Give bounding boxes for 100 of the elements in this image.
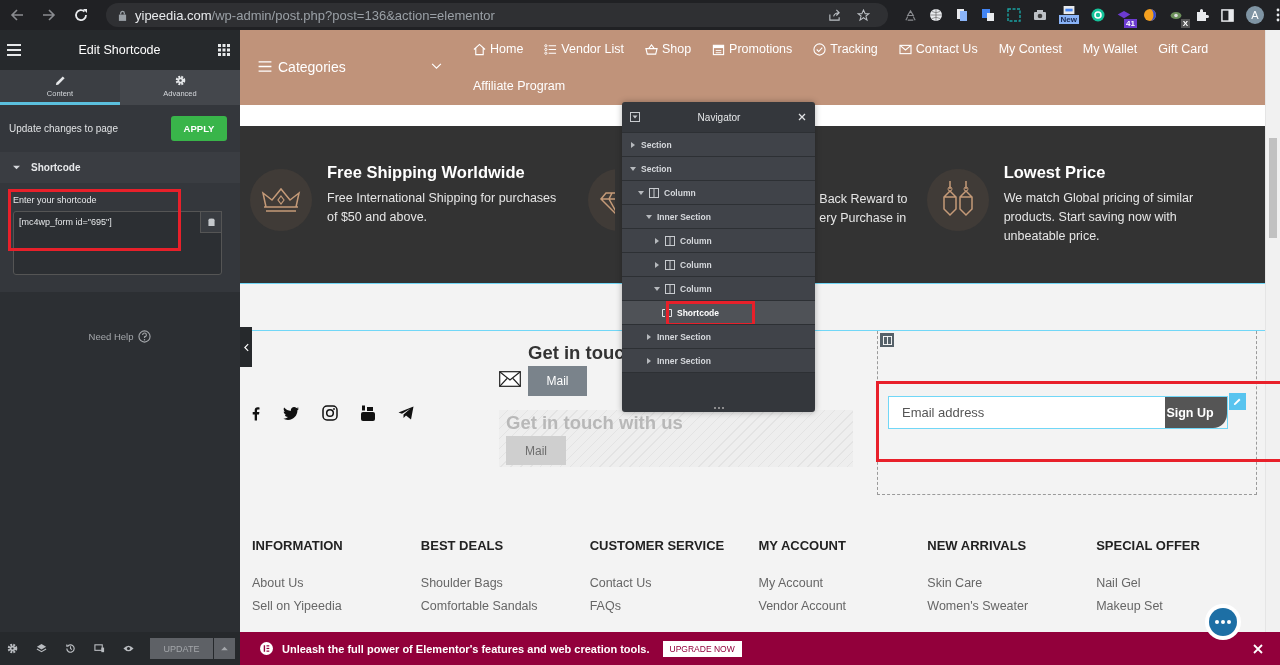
- help-icon: [138, 330, 152, 343]
- footer-link[interactable]: Comfortable Sandals: [420, 599, 590, 613]
- twitter-icon[interactable]: [283, 406, 299, 420]
- profile-avatar[interactable]: A: [1246, 6, 1264, 24]
- footer-link[interactable]: Women's Sweater: [927, 599, 1097, 613]
- translate-icon[interactable]: [980, 8, 995, 22]
- navigator-item[interactable]: Column: [622, 252, 815, 276]
- column-icon: [665, 259, 675, 270]
- devices-icon[interactable]: [94, 643, 105, 654]
- share-icon[interactable]: [827, 8, 841, 22]
- eye-icon[interactable]: [1169, 10, 1183, 20]
- star-icon[interactable]: [856, 8, 870, 22]
- shortcode-icon: [662, 308, 672, 317]
- dynamic-tags-button[interactable]: [200, 211, 222, 233]
- caret-icon: [646, 333, 652, 340]
- column-icon: [649, 187, 659, 198]
- apply-prompt: Update changes to page: [9, 123, 118, 134]
- gear-icon: [174, 74, 186, 86]
- address-bar[interactable]: yipeedia.com/wp-admin/post.php?post=136&action=elementor: [106, 3, 888, 27]
- scrollbar[interactable]: [1265, 30, 1280, 632]
- back-icon[interactable]: [10, 8, 24, 22]
- navigator-item[interactable]: Column: [622, 180, 815, 204]
- help-link[interactable]: Need Help: [0, 330, 240, 343]
- caret-icon: [654, 261, 660, 268]
- earrings-icon: [926, 169, 989, 231]
- column-handle-icon[interactable]: [880, 333, 894, 347]
- feature-text: We match Global pricing of similar products. Start saving now with unbeatable price.: [1003, 190, 1194, 245]
- settings-icon[interactable]: [7, 643, 18, 654]
- caret-icon: [221, 646, 228, 651]
- close-icon[interactable]: [798, 113, 806, 121]
- facebook-icon[interactable]: [252, 405, 260, 421]
- caret-icon: [654, 237, 660, 244]
- navigator-item[interactable]: Section: [622, 132, 815, 156]
- panel-title: Edit Shortcode: [78, 43, 161, 57]
- more-icon[interactable]: [1276, 8, 1280, 22]
- history-icon[interactable]: [65, 643, 76, 654]
- navigator-item[interactable]: Section: [622, 156, 815, 180]
- reload-icon[interactable]: [74, 8, 88, 22]
- camera-icon[interactable]: [1032, 8, 1047, 22]
- forward-icon[interactable]: [42, 8, 56, 22]
- footer-link[interactable]: About Us: [252, 576, 421, 590]
- pencil-icon: [54, 74, 66, 86]
- circle-icon[interactable]: [1091, 8, 1105, 22]
- cap-icon[interactable]: [1117, 10, 1131, 20]
- caret-icon: [654, 285, 660, 292]
- database-icon: [207, 217, 215, 227]
- footer-link[interactable]: My Account: [758, 576, 928, 590]
- feature-text: Back Reward to ery Purchase in: [819, 191, 908, 227]
- navigator-title: Navigator: [697, 111, 741, 123]
- youtube-icon[interactable]: [361, 405, 375, 421]
- mail-button[interactable]: Mail: [528, 366, 587, 396]
- crown-icon: [250, 169, 312, 231]
- navigator-item[interactable]: Inner Section: [622, 324, 815, 348]
- moon-icon[interactable]: [1143, 8, 1157, 22]
- collapse-icon[interactable]: [630, 112, 640, 122]
- upgrade-button[interactable]: UPGRADE NOW: [662, 640, 742, 657]
- collapse-panel-handle[interactable]: [240, 327, 252, 367]
- layers-icon[interactable]: [36, 643, 47, 654]
- caret-icon: [630, 165, 636, 172]
- chevron-icon: [431, 63, 442, 70]
- elementor-logo-icon: [260, 642, 273, 655]
- home-icon: [473, 42, 486, 56]
- section-header[interactable]: Shortcode: [0, 152, 240, 183]
- caret-icon: [646, 213, 652, 220]
- footer-link[interactable]: Vendor Account: [758, 599, 928, 613]
- navigator-item[interactable]: Inner Section: [622, 204, 815, 228]
- extension-icon[interactable]: [1061, 6, 1076, 15]
- footer-link[interactable]: Contact Us: [589, 576, 759, 590]
- navigator-item[interactable]: Shortcode: [622, 300, 815, 324]
- footer-link[interactable]: Sell on Yipeedia: [252, 599, 421, 613]
- navigator-item[interactable]: Inner Section: [622, 348, 815, 372]
- document-icon[interactable]: [954, 8, 969, 22]
- caret-icon: [638, 189, 644, 196]
- count-badge: 41: [1124, 18, 1137, 28]
- resize-handle-icon[interactable]: [713, 407, 724, 409]
- menu-icon[interactable]: [7, 44, 21, 56]
- telegram-icon[interactable]: [398, 406, 414, 420]
- grid-icon[interactable]: [218, 44, 230, 56]
- navigator-item[interactable]: Column: [622, 228, 815, 252]
- footer-link[interactable]: Shoulder Bags: [420, 576, 590, 590]
- feature-title: Free Shipping Worldwide: [327, 163, 526, 182]
- navigator-item[interactable]: Column: [622, 276, 815, 300]
- list-icon: [544, 42, 558, 56]
- footer-link[interactable]: Makeup Set: [1096, 599, 1265, 613]
- contact-heading: Get in touc: [528, 341, 625, 365]
- shortcode-field[interactable]: [mc4wp_form id="695"]: [13, 211, 222, 275]
- footer-link[interactable]: Nail Gel: [1096, 576, 1265, 590]
- basket-icon: [644, 42, 658, 56]
- eye-icon[interactable]: [123, 643, 134, 654]
- globe-icon[interactable]: [928, 8, 943, 22]
- footer-link[interactable]: FAQs: [589, 599, 759, 613]
- menu-icon: [258, 61, 272, 72]
- instagram-icon[interactable]: [322, 405, 338, 421]
- column-icon: [665, 283, 675, 294]
- footer-link[interactable]: Skin Care: [927, 576, 1097, 590]
- placeholder-button[interactable]: Mail: [506, 436, 566, 465]
- puzzle-icon[interactable]: [1195, 8, 1209, 22]
- envelope-icon: [499, 371, 521, 387]
- sidebar-icon[interactable]: [1221, 8, 1234, 22]
- new-badge: New: [1058, 15, 1079, 24]
